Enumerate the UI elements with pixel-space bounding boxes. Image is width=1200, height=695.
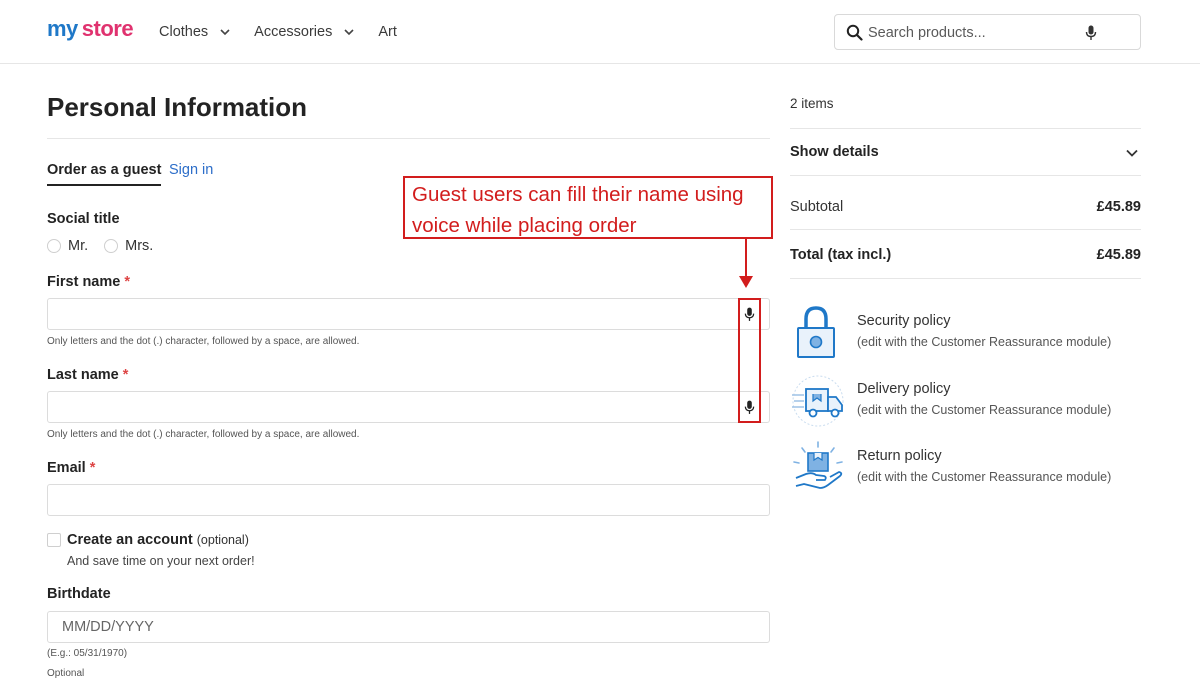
last-name-label-text: Last name <box>47 367 119 383</box>
return-policy-block: Return policy (edit with the Customer Re… <box>790 440 1141 500</box>
birthdate-field <box>47 611 770 643</box>
first-name-hint: Only letters and the dot (.) character, … <box>47 336 360 347</box>
search-icon[interactable] <box>846 24 863 41</box>
cart-items-count: 2 items <box>790 96 834 111</box>
create-account-subtext: And save time on your next order! <box>67 554 255 568</box>
email-label-text: Email <box>47 460 86 476</box>
delivery-policy-title: Delivery policy <box>857 381 951 397</box>
create-account-checkbox[interactable] <box>47 533 61 547</box>
nav-item-art[interactable]: Art <box>378 24 397 40</box>
security-policy-title: Security policy <box>857 313 951 329</box>
total-value: £45.89 <box>1096 247 1141 263</box>
radio-mrs-label: Mrs. <box>125 238 154 254</box>
total-row: Total (tax incl.) £45.89 <box>790 247 1141 263</box>
padlock-icon <box>797 306 835 358</box>
security-policy-block: Security policy (edit with the Customer … <box>790 305 1141 365</box>
delivery-truck-icon <box>792 375 844 427</box>
main-nav: Clothes Accessories Art <box>159 24 419 40</box>
return-policy-title: Return policy <box>857 448 942 464</box>
divider <box>47 138 770 139</box>
birthdate-input[interactable] <box>48 612 769 642</box>
create-account-label-text: Create an account <box>67 532 193 548</box>
first-name-input[interactable] <box>48 299 769 329</box>
first-name-label-text: First name <box>47 274 121 290</box>
first-name-field <box>47 298 770 330</box>
required-marker: * <box>89 460 96 476</box>
radio-mr-label: Mr. <box>68 238 89 254</box>
security-policy-subtitle: (edit with the Customer Reassurance modu… <box>857 335 1112 349</box>
create-account-optional: (optional) <box>196 533 249 547</box>
divider <box>790 229 1141 230</box>
radio-mr[interactable] <box>47 239 61 253</box>
return-box-hand-icon <box>793 441 843 489</box>
email-input[interactable] <box>48 485 769 515</box>
search-input[interactable] <box>868 21 1088 45</box>
email-field <box>47 484 770 516</box>
show-details-toggle[interactable]: Show details <box>790 144 1141 160</box>
tab-order-as-guest[interactable]: Order as a guest <box>47 162 162 186</box>
nav-label-accessories: Accessories <box>254 24 333 40</box>
delivery-policy-subtitle: (edit with the Customer Reassurance modu… <box>857 403 1112 417</box>
logo-text-store: store <box>81 16 134 41</box>
first-name-label: First name * <box>47 274 130 290</box>
annotation-highlight-frame <box>738 298 761 423</box>
subtotal-label: Subtotal <box>790 199 844 215</box>
email-label: Email * <box>47 460 95 476</box>
tab-sign-in[interactable]: Sign in <box>169 162 213 178</box>
last-name-input[interactable] <box>48 392 769 422</box>
return-policy-subtitle: (edit with the Customer Reassurance modu… <box>857 470 1112 484</box>
nav-label-clothes: Clothes <box>159 24 209 40</box>
site-header: my store Clothes Accessories Art <box>0 0 1200 64</box>
logo-text-my: my <box>47 16 78 41</box>
nav-item-clothes[interactable]: Clothes <box>159 24 232 40</box>
delivery-policy-block: Delivery policy (edit with the Customer … <box>790 373 1141 433</box>
last-name-field <box>47 391 770 423</box>
annotation-callout: Guest users can fill their name using vo… <box>403 176 773 239</box>
radio-mrs[interactable] <box>104 239 119 253</box>
required-marker: * <box>122 367 129 383</box>
birthdate-optional: Optional <box>47 668 85 679</box>
show-details-label: Show details <box>790 144 879 160</box>
page-title: Personal Information <box>47 92 308 122</box>
annotation-arrow-line <box>745 239 747 279</box>
create-account-label: Create an account (optional) <box>67 532 249 548</box>
chevron-down-icon <box>220 29 230 36</box>
divider <box>790 278 1141 279</box>
chevron-down-icon <box>344 29 354 36</box>
nav-item-accessories[interactable]: Accessories <box>254 24 356 40</box>
divider <box>790 175 1141 176</box>
microphone-icon[interactable] <box>1085 25 1097 41</box>
store-logo[interactable]: my store <box>47 16 134 42</box>
nav-label-art: Art <box>378 24 397 40</box>
last-name-hint: Only letters and the dot (.) character, … <box>47 429 360 440</box>
subtotal-value: £45.89 <box>1096 199 1141 215</box>
annotation-arrow-head <box>739 276 753 288</box>
birthdate-label: Birthdate <box>47 586 111 602</box>
required-marker: * <box>124 274 131 290</box>
social-title-label: Social title <box>47 211 120 227</box>
total-label: Total (tax incl.) <box>790 247 892 263</box>
search-bar <box>834 14 1141 50</box>
last-name-label: Last name * <box>47 367 128 383</box>
birthdate-example: (E.g.: 05/31/1970) <box>47 648 128 659</box>
divider <box>790 128 1141 129</box>
subtotal-row: Subtotal £45.89 <box>790 199 1141 215</box>
chevron-down-icon <box>1126 149 1138 157</box>
social-title-radio-group: Mr. Mrs. <box>47 238 169 254</box>
annotation-text: Guest users can fill their name using vo… <box>412 183 744 237</box>
